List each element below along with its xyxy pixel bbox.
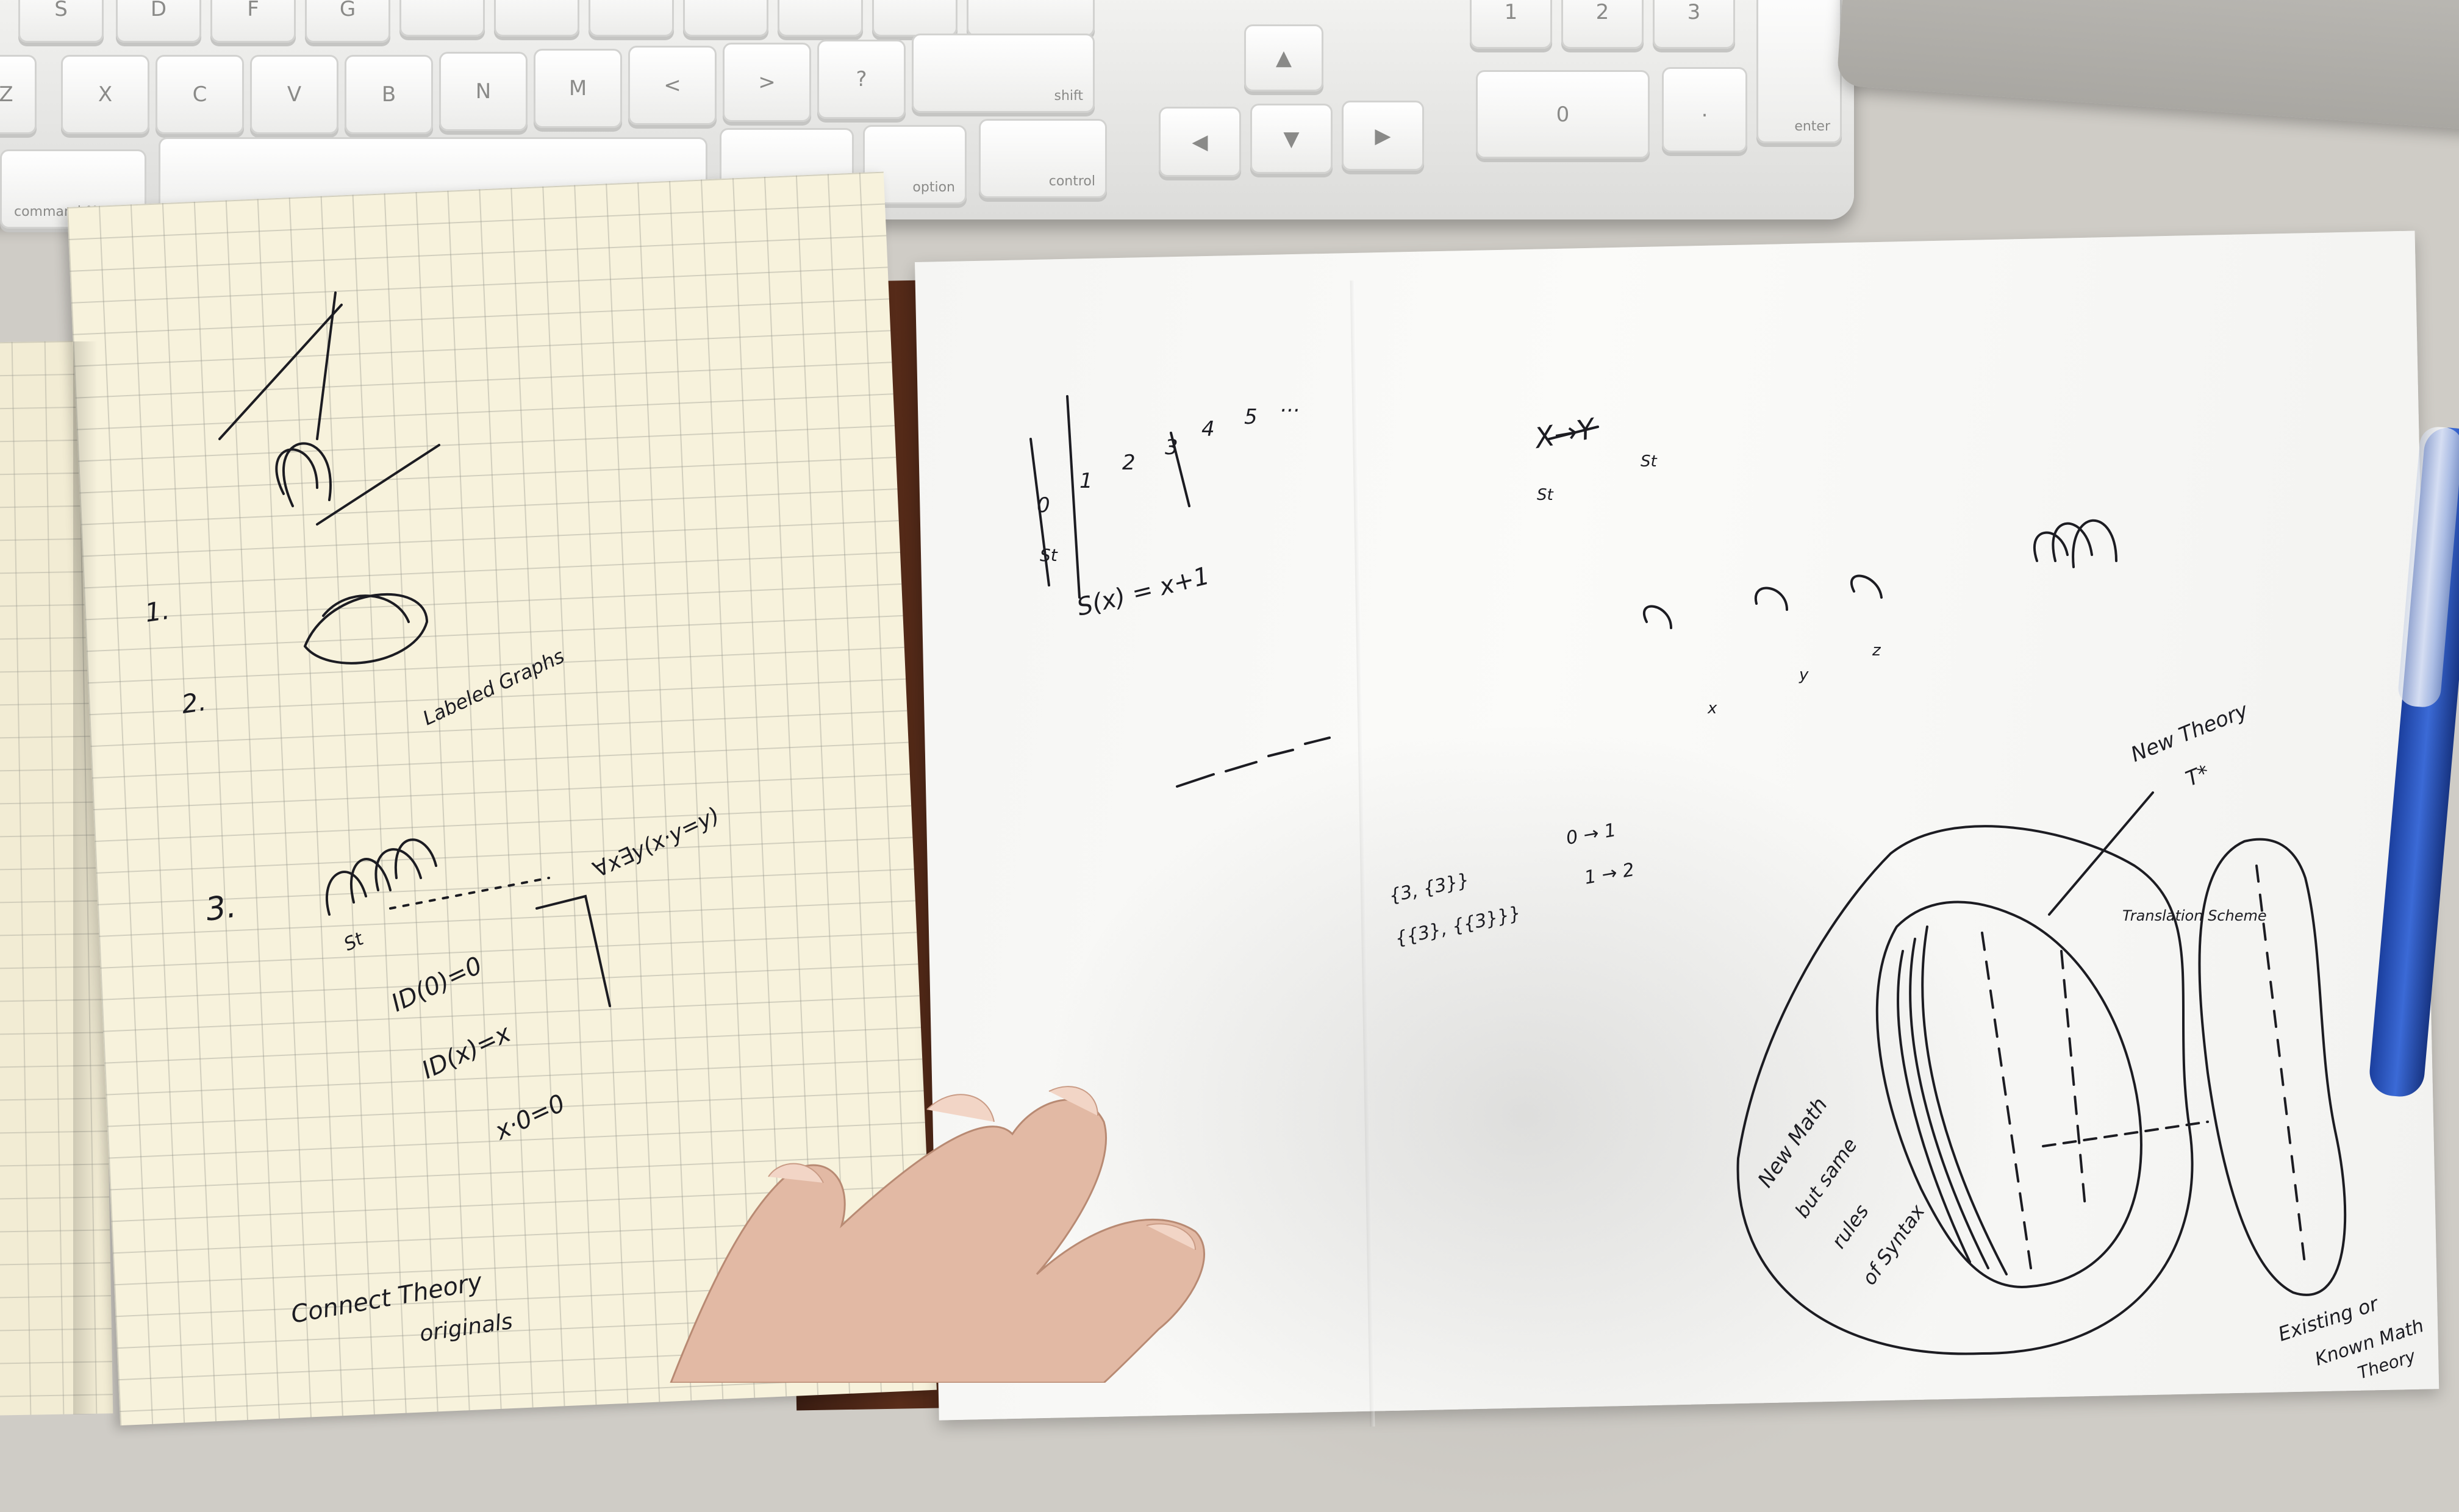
note-labeled-graphs: Labeled Graphs [419,644,568,730]
paper-val-0: 0 [1037,493,1050,518]
loop-3b [350,858,392,904]
dash-line-2 [2060,950,2087,1214]
diagonal-line-2 [316,291,337,440]
note-id-x: ID(x)=x [418,1019,515,1085]
paper-t-star: T* [2182,760,2213,791]
note-item-3: 3. [203,888,238,929]
paper-val-4: 4 [1201,417,1215,441]
labeled-graph-loop [304,593,429,665]
paper-z-label: z [1872,641,1881,660]
paper-val-3: 3 [1165,435,1178,460]
nested-loop-3 [2072,519,2117,568]
arrow-chain [316,444,440,526]
loop-x [1642,605,1672,629]
note-forall: ∀x∃y(x·y=y) [589,803,723,883]
loop-z [1850,574,1883,599]
photo-scene: S D F G Z X C V B N M < > ? shift comman… [0,0,2459,1512]
paper-x-label: x [1707,699,1717,718]
inner-stripe-3 [1921,925,2008,1275]
paper-successor-def: S(x) = x+1 [1074,562,1212,621]
existing-dash [2255,865,2307,1269]
paper-rules: rules [1827,1200,1873,1252]
new-theory-pointer [2048,791,2154,916]
note-originals: originals [418,1309,515,1347]
dash-line-1 [1981,932,2032,1269]
bracket-line [535,894,611,1007]
paper-val-ellipsis: ... [1281,393,1300,417]
note-st: St [341,928,368,955]
note-item-1: 1. [143,595,172,628]
paper-translation: Translation Scheme [2122,907,2267,924]
paper-val-5: 5 [1244,405,1258,429]
handwriting-layer: 1. 2. 3. Labeled Graphs ∀x∃y(x·y=y) St I… [143,291,2427,1383]
note-id-0: ID(0)=0 [387,952,487,1018]
nested-loop-1 [2033,531,2069,562]
successor-arrows [1176,736,1331,788]
loop-3d [394,838,437,879]
loop-3a [325,871,367,916]
paper-val-2: 2 [1122,451,1136,475]
paper-set-1: {3, {3}} [1387,869,1471,907]
loop-graph-1 [282,442,332,507]
note-item-2: 2. [180,686,209,719]
paper-st-left: St [1537,486,1554,504]
paper-st: St [1040,545,1058,565]
paper-new-theory: New Theory [2127,698,2252,768]
paper-set-2: {{3}, {{3}}} [1393,902,1523,950]
new-math-blob [1736,825,2194,1355]
note-x-times-0: x·0=0 [490,1089,570,1146]
paper-map-0-1: 0 → 1 [1564,819,1617,849]
paper-val-1: 1 [1079,469,1093,493]
diagonal-line-1 [218,304,343,440]
loop-y [1754,587,1788,611]
paper-st-right: St [1641,452,1658,471]
translation-link [2042,1121,2209,1147]
dotted-line [389,877,550,910]
hand [670,1086,1206,1383]
paper-map-xy: X→Y [1531,412,1600,455]
paper-map-1-2: 1 → 2 [1583,859,1636,889]
paper-y-label: y [1799,666,1809,684]
table-vline-1 [1066,395,1081,599]
